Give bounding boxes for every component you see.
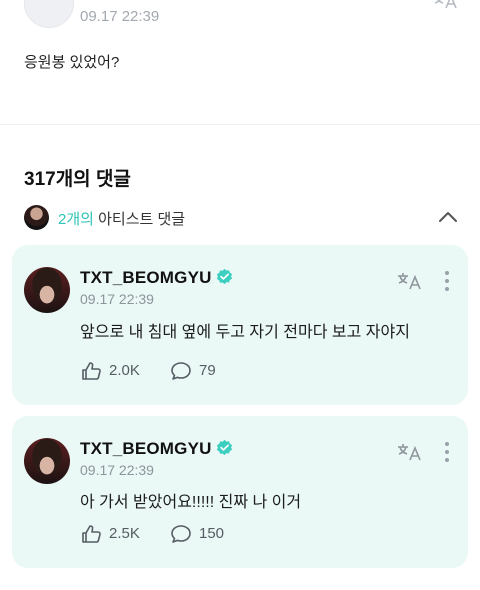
like-count: 2.0K (109, 362, 140, 379)
avatar[interactable] (24, 438, 70, 484)
artist-comment-count: 2개의 (58, 211, 94, 228)
post-body: 응원봉 있었어? (24, 54, 120, 71)
like-icon (82, 362, 101, 380)
verified-badge-icon (216, 268, 232, 285)
more-icon[interactable] (442, 271, 452, 293)
reply-icon (171, 525, 191, 543)
avatar[interactable] (24, 267, 70, 313)
artist-avatar (24, 205, 49, 230)
comment-time: 09.17 22:39 (80, 291, 154, 307)
artist-comment-text: 아티스트 댓글 (93, 211, 186, 228)
reply-button[interactable]: 150 (170, 522, 240, 546)
like-button[interactable]: 2.0K (80, 359, 160, 383)
verified-badge-icon (216, 439, 232, 456)
artist-comments-label: 2개의 아티스트 댓글 (58, 208, 185, 229)
chevron-up-icon[interactable] (436, 205, 460, 229)
comment-text: 아 가서 받았어요!!!!! 진짜 나 이거 (80, 494, 302, 511)
comment-time: 09.17 22:39 (80, 462, 154, 478)
comment-text: 앞으로 내 침대 옆에 두고 자기 전마다 보고 자야지 (80, 324, 410, 341)
comment-count: 317개의 댓글 (24, 169, 131, 190)
artist-comment-card: TXT_BEOMGYU 09.17 22:39 아 가서 받았어요!!!!! 진… (12, 416, 468, 568)
translate-icon[interactable] (396, 440, 422, 462)
like-button[interactable]: 2.5K (80, 522, 160, 546)
post-time: 09.17 22:39 (80, 8, 160, 25)
comment-author[interactable]: TXT_BEOMGYU (80, 439, 233, 459)
reply-button[interactable]: 79 (170, 359, 240, 383)
like-icon (82, 525, 101, 543)
translate-icon[interactable] (432, 0, 458, 10)
reply-icon (171, 362, 191, 380)
post-header: 09.17 22:39 (0, 0, 480, 40)
like-count: 2.5K (109, 525, 140, 542)
more-icon[interactable] (442, 442, 452, 464)
comment-author-name: TXT_BEOMGYU (80, 439, 212, 458)
artist-comments-toggle[interactable]: 2개의 아티스트 댓글 (24, 203, 460, 231)
artist-comment-card: TXT_BEOMGYU 09.17 22:39 앞으로 내 침대 옆에 두고 자… (12, 245, 468, 405)
section-divider (0, 124, 480, 125)
post-author-avatar[interactable] (24, 0, 74, 28)
translate-icon[interactable] (396, 269, 422, 291)
reply-count: 79 (199, 362, 216, 379)
reply-count: 150 (199, 525, 225, 542)
comment-author[interactable]: TXT_BEOMGYU (80, 268, 233, 288)
comment-author-name: TXT_BEOMGYU (80, 268, 212, 287)
